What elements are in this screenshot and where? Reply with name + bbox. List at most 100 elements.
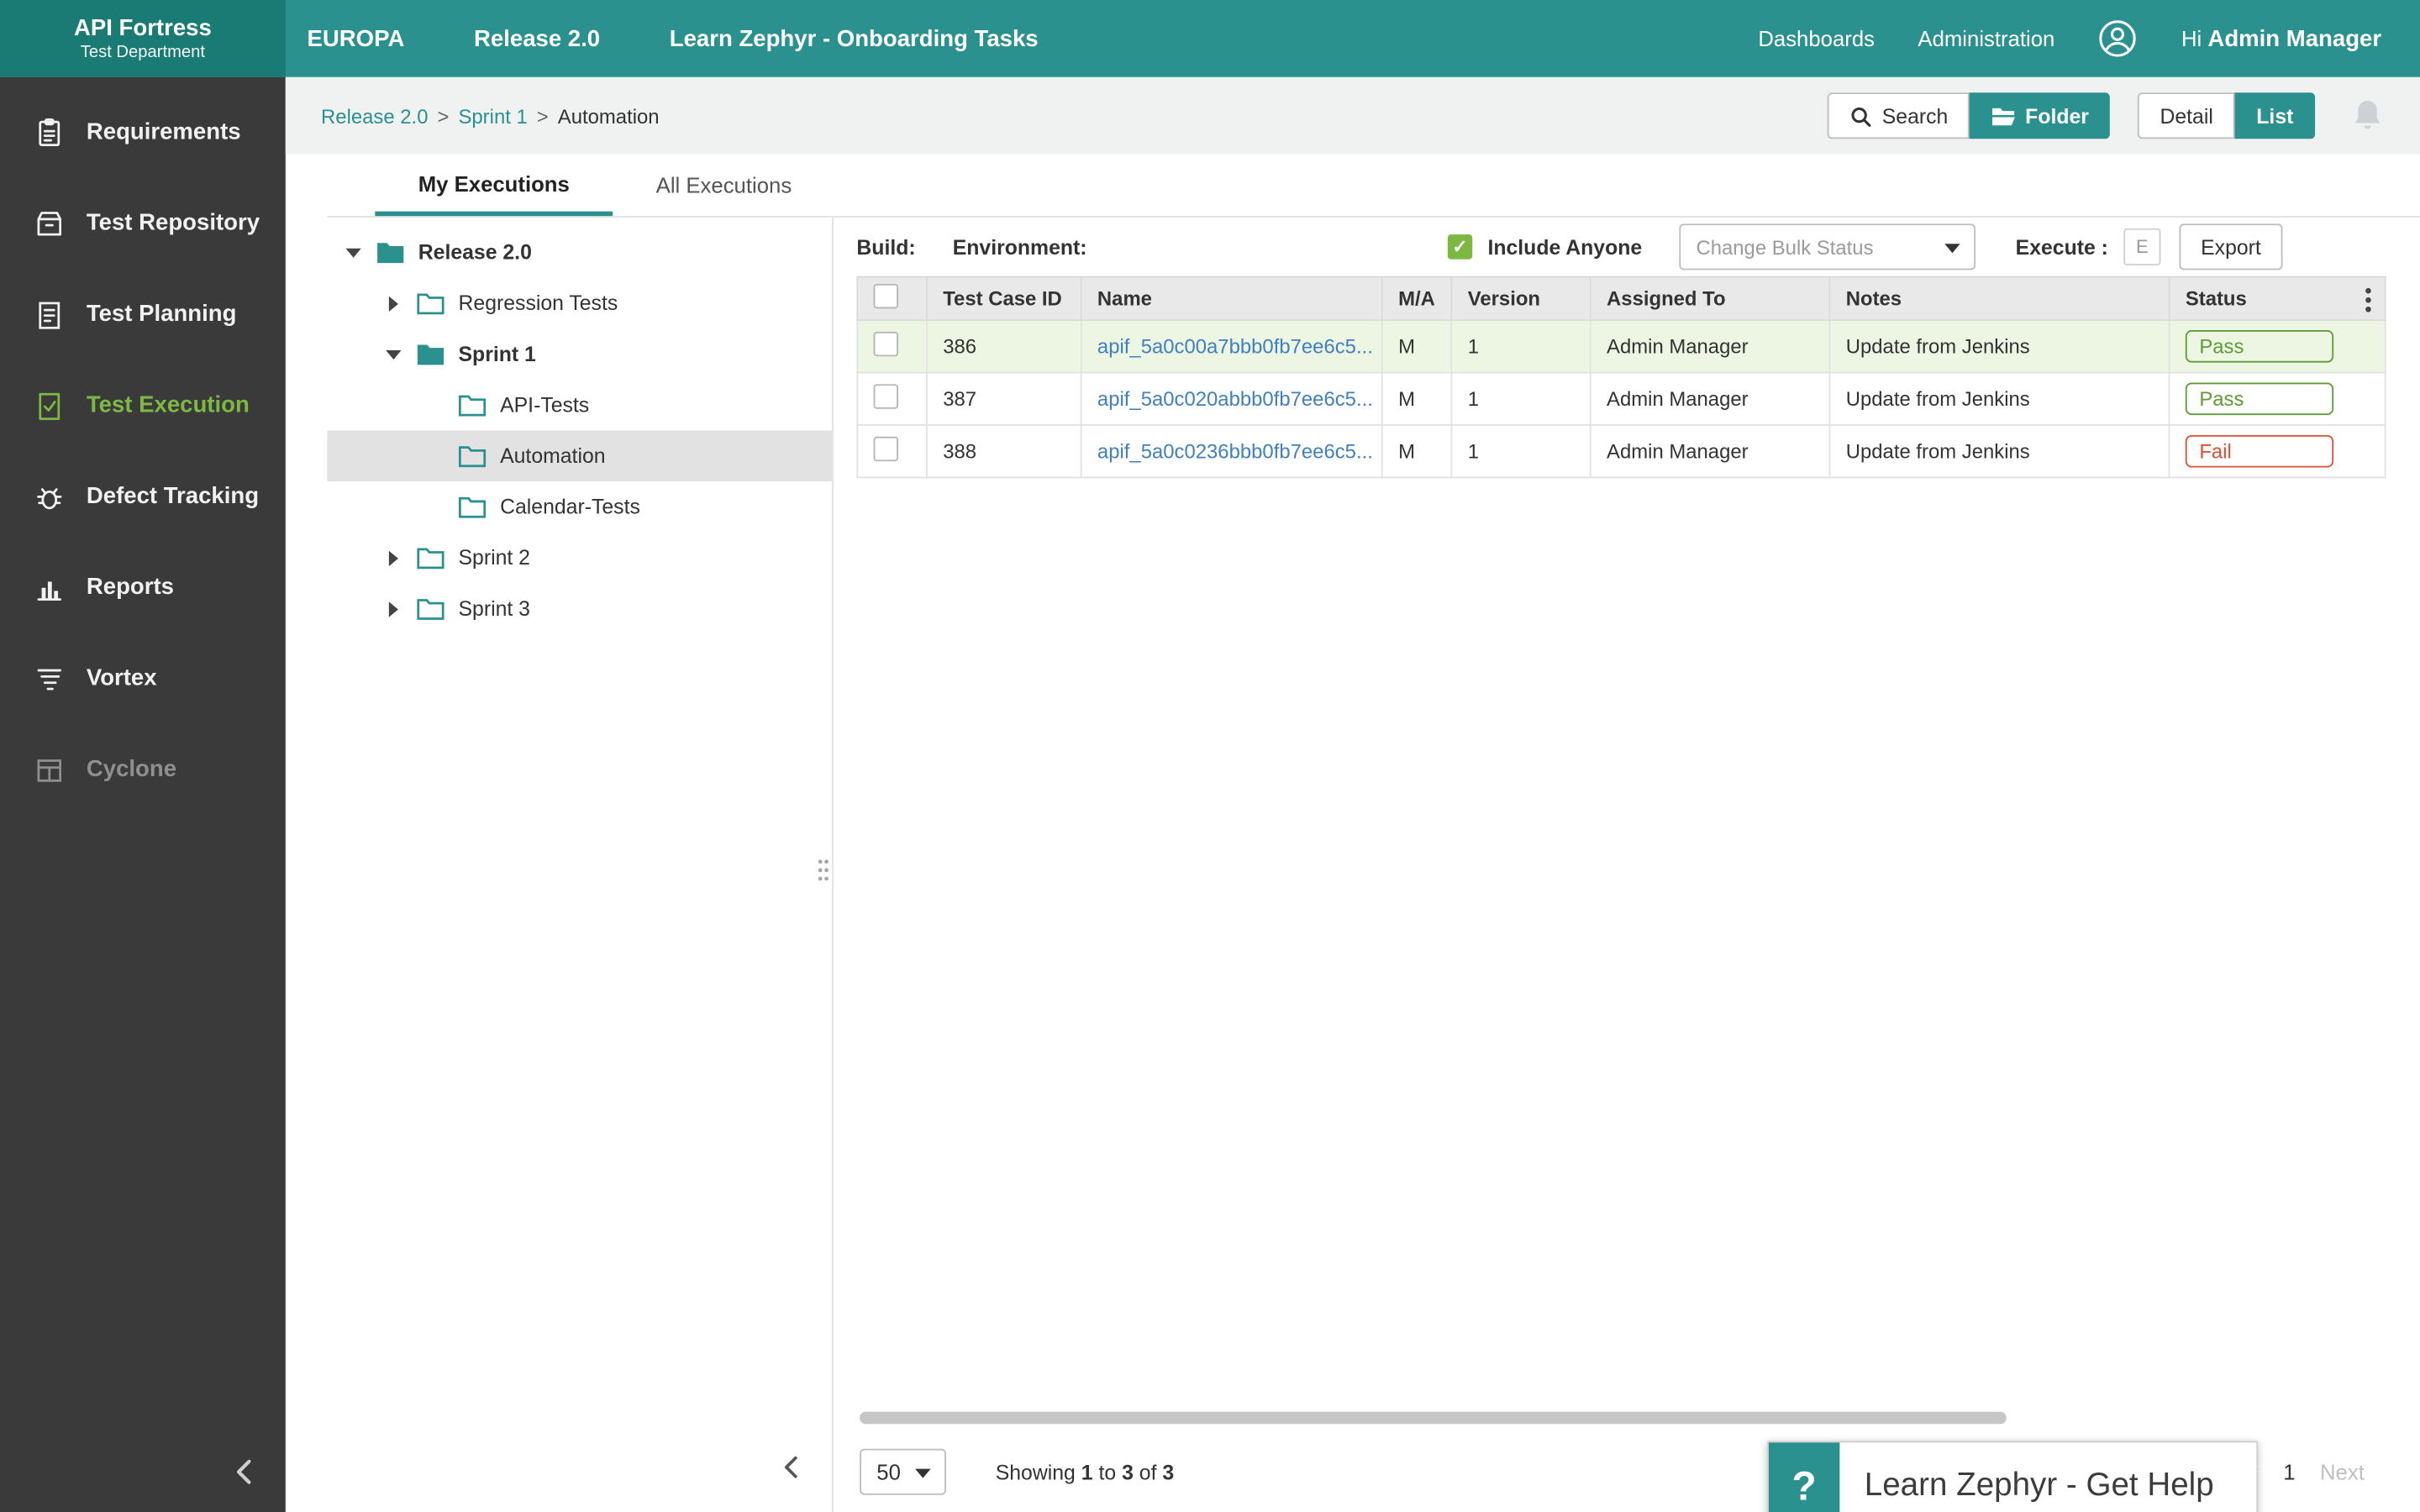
search-button[interactable]: Search [1828,92,1970,139]
status-badge[interactable]: Pass [2186,383,2333,416]
export-button-label: Export [2201,235,2261,259]
main-panel: My Executions All Executions Release 2.0 [327,155,2420,1512]
tree-item-sprint-2[interactable]: Sprint 2 [327,533,832,584]
breadcrumb: Release 2.0 > Sprint 1 > Automation [321,104,660,128]
topnav-release[interactable]: Release 2.0 [474,25,600,51]
tree-item-label: Sprint 2 [459,546,530,570]
user-greeting[interactable]: Hi Admin Manager [2181,25,2381,51]
folder-button-label: Folder [2025,104,2089,128]
change-bulk-status-dropdown[interactable]: Change Bulk Status [1679,223,1975,270]
topnav-project[interactable]: EUROPA [308,25,405,51]
sidebar-item-test-execution[interactable]: Test Execution [0,360,286,450]
vortex-icon [31,659,68,696]
export-button[interactable]: Export [2179,223,2282,270]
breadcrumb-current: Automation [558,104,660,128]
cell-name: apif_5a0c020abbb0fb7ee6c5... [1081,373,1382,425]
sidebar-item-test-repository[interactable]: Test Repository [0,177,286,268]
caret-placeholder [424,445,446,467]
status-badge[interactable]: Fail [2186,435,2333,468]
table-row[interactable]: 386 apif_5a0c00a7bbb0fb7ee6c5... M 1 Adm… [857,320,2385,372]
sidebar-item-requirements[interactable]: Requirements [0,87,286,177]
user-avatar-icon[interactable] [2098,18,2139,59]
status-badge[interactable]: Pass [2186,330,2333,363]
header-checkbox-cell [857,277,927,320]
dashboards-link[interactable]: Dashboards [1758,26,1875,50]
cell-assigned-to: Admin Manager [1591,320,1830,372]
include-anyone-checkbox[interactable] [1448,234,1472,259]
tree-item-api-tests[interactable]: API-Tests [327,380,832,431]
help-question-icon: ? [1769,1442,1839,1512]
table-row[interactable]: 387 apif_5a0c020abbb0fb7ee6c5... M 1 Adm… [857,373,2385,425]
current-page[interactable]: 1 [2283,1460,2295,1484]
page-size-dropdown[interactable]: 50 [860,1449,946,1495]
next-page-button[interactable]: Next [2320,1460,2365,1484]
header-test-case-id[interactable]: Test Case ID [927,277,1081,320]
table-row[interactable]: 388 apif_5a0c0236bbb0fb7ee6c5... M 1 Adm… [857,425,2385,477]
sidebar-item-reports[interactable]: Reports [0,542,286,633]
cell-test-case-id: 388 [927,425,1081,477]
cell-status: Pass [2170,320,2386,372]
sidebar-collapse-chevron-icon[interactable] [229,1457,260,1488]
header-status[interactable]: Status [2170,277,2386,320]
row-checkbox[interactable] [874,384,898,408]
row-checkbox[interactable] [874,437,898,461]
sidebar-item-label: Test Execution [87,392,250,418]
breadcrumb-release[interactable]: Release 2.0 [321,104,428,128]
pane-resize-handle[interactable] [817,858,831,890]
topnav-task[interactable]: Learn Zephyr - Onboarding Tasks [670,25,1039,51]
notifications-bell-icon[interactable] [2349,96,2386,136]
top-bar: API Fortress Test Department EUROPA Rele… [0,0,2420,77]
breadcrumb-separator: > [438,104,450,128]
header-version[interactable]: Version [1451,277,1590,320]
caret-down-icon[interactable] [383,344,405,365]
tree-item-sprint-1[interactable]: Sprint 1 [327,328,832,380]
tree-item-automation[interactable]: Automation [327,430,832,481]
test-case-link[interactable]: apif_5a0c00a7bbb0fb7ee6c5... [1097,335,1373,359]
tree-item-label: Automation [500,444,605,468]
bulk-status-placeholder: Change Bulk Status [1696,235,1873,259]
caret-right-icon[interactable] [383,547,405,569]
tab-all-executions[interactable]: All Executions [613,155,834,216]
header-name[interactable]: Name [1081,277,1382,320]
tree-collapse-chevron-icon[interactable] [775,1452,806,1483]
sidebar-item-vortex[interactable]: Vortex [0,633,286,723]
detail-button-label: Detail [2160,104,2212,128]
tree-item-release-2-0[interactable]: Release 2.0 [327,227,832,278]
caret-right-icon[interactable] [383,598,405,620]
header-ma[interactable]: M/A [1382,277,1452,320]
detail-view-button[interactable]: Detail [2139,92,2235,139]
caret-placeholder [424,394,446,416]
caret-right-icon[interactable] [383,292,405,314]
test-case-link[interactable]: apif_5a0c0236bbb0fb7ee6c5... [1097,439,1373,463]
folder-view-button[interactable]: Folder [1970,92,2111,139]
include-anyone-label: Include Anyone [1487,235,1642,259]
row-checkbox[interactable] [874,332,898,356]
sidebar-item-test-planning[interactable]: Test Planning [0,269,286,360]
execute-input[interactable]: E [2123,228,2160,265]
header-strip: Release 2.0 > Sprint 1 > Automation Sear… [286,77,2420,155]
help-popup[interactable]: ? Learn Zephyr - Get Help [1767,1441,2258,1512]
caret-down-icon[interactable] [343,241,365,263]
list-view-button[interactable]: List [2235,92,2316,139]
column-menu-kebab-icon[interactable] [2365,287,2372,313]
administration-link[interactable]: Administration [1918,26,2054,50]
search-button-label: Search [1882,104,1949,128]
tab-my-executions[interactable]: My Executions [375,155,613,216]
sidebar-item-cyclone[interactable]: Cyclone [0,723,286,814]
header-assigned-to[interactable]: Assigned To [1591,277,1830,320]
cyclone-icon [31,751,68,788]
sidebar-item-defect-tracking[interactable]: Defect Tracking [0,450,286,541]
tree-item-calendar-tests[interactable]: Calendar-Tests [327,481,832,533]
horizontal-scrollbar[interactable] [860,1412,2007,1425]
test-case-link[interactable]: apif_5a0c020abbb0fb7ee6c5... [1097,387,1373,411]
tree-item-regression-tests[interactable]: Regression Tests [327,278,832,329]
select-all-checkbox[interactable] [874,284,898,308]
breadcrumb-sprint[interactable]: Sprint 1 [458,104,527,128]
cell-test-case-id: 386 [927,320,1081,372]
header-notes[interactable]: Notes [1829,277,2169,320]
cell-status: Pass [2170,373,2386,425]
help-popup-label: Learn Zephyr - Get Help [1839,1442,2213,1512]
execute-label: Execute : [2016,235,2108,259]
folder-icon [459,496,487,519]
tree-item-sprint-3[interactable]: Sprint 3 [327,583,832,634]
